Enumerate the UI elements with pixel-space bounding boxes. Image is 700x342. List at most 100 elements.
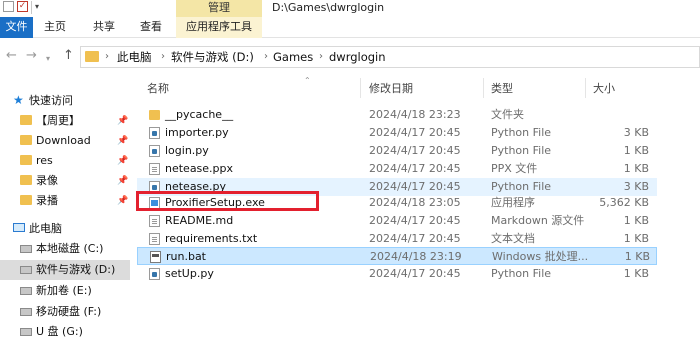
address-bar[interactable]: › 此电脑 › 软件与游戏 (D:) › Games › dwrglogin	[80, 46, 700, 68]
file-type: Python File	[491, 267, 552, 280]
nav-drive-f[interactable]: 移动硬盘 (F:)	[0, 302, 130, 322]
file-row[interactable]: requirements.txt 2024/4/17 20:45 文本文档 1 …	[137, 230, 657, 248]
computer-icon	[13, 223, 25, 232]
file-type: Python File	[491, 180, 552, 193]
file-name: requirements.txt	[165, 232, 258, 245]
nav-drive-g[interactable]: U 盘 (G:)	[0, 322, 130, 342]
breadcrumb-games[interactable]: Games	[273, 50, 313, 64]
file-row[interactable]: setUp.py 2024/4/17 20:45 Python File 1 K…	[137, 265, 657, 283]
tab-application-tools[interactable]: 应用程序工具	[176, 17, 262, 38]
up-arrow-icon[interactable]: ↑	[63, 48, 74, 64]
nav-label: 新加卷 (E:)	[36, 284, 92, 297]
folder-icon	[20, 175, 32, 185]
nav-label: 【周更】	[36, 114, 80, 127]
column-header-size[interactable]: 大小	[593, 82, 615, 96]
tab-home[interactable]: 主页	[44, 17, 66, 38]
forward-arrow-icon[interactable]: →	[26, 48, 37, 64]
file-date: 2024/4/17 20:45	[369, 232, 461, 245]
document-icon	[149, 233, 160, 245]
column-divider[interactable]	[585, 78, 586, 98]
file-name: ProxifierSetup.exe	[165, 196, 265, 209]
file-type: Python File	[491, 126, 552, 139]
file-size: 1 KB	[623, 267, 649, 280]
folder-icon	[20, 195, 32, 205]
file-row[interactable]: login.py 2024/4/17 20:45 Python File 1 K…	[137, 142, 657, 160]
breadcrumb-separator-icon[interactable]: ›	[161, 50, 165, 64]
breadcrumb-this-pc[interactable]: 此电脑	[117, 50, 152, 64]
recent-locations-chevron-icon[interactable]: ▾	[46, 51, 50, 67]
file-list: ⌃ 名称 修改日期 类型 大小 __pycache__ 2024/4/18 23…	[130, 75, 700, 335]
file-size: 1 KB	[623, 144, 649, 157]
file-date: 2024/4/18 23:05	[369, 196, 461, 209]
file-row[interactable]: importer.py 2024/4/17 20:45 Python File …	[137, 124, 657, 142]
file-name: login.py	[165, 144, 209, 157]
pin-icon[interactable]: 📌	[117, 154, 128, 168]
nav-label: 本地磁盘 (C:)	[36, 242, 104, 255]
column-divider[interactable]	[360, 78, 361, 98]
nav-item-download[interactable]: Download 📌	[0, 131, 130, 151]
column-header-date[interactable]: 修改日期	[369, 82, 413, 96]
file-name: README.md	[165, 214, 234, 227]
file-row[interactable]: run.bat 2024/4/18 23:19 Windows 批处理... 1…	[137, 247, 657, 265]
tab-file[interactable]: 文件	[0, 17, 33, 38]
tab-share[interactable]: 共享	[93, 17, 115, 38]
column-header-type[interactable]: 类型	[491, 82, 513, 96]
file-name: setUp.py	[165, 267, 214, 280]
pin-icon[interactable]: 📌	[117, 194, 128, 208]
nav-quick-access[interactable]: ★ 快速访问	[0, 91, 130, 111]
nav-item-broadcasts[interactable]: 录播 📌	[0, 191, 130, 211]
column-divider[interactable]	[483, 78, 484, 98]
nav-label: 移动硬盘 (F:)	[36, 305, 102, 318]
breadcrumb-dwrglogin[interactable]: dwrglogin	[329, 50, 386, 64]
nav-item-res[interactable]: res 📌	[0, 151, 130, 171]
nav-item-weekly[interactable]: 【周更】 📌	[0, 111, 130, 131]
python-file-icon	[149, 268, 160, 280]
nav-drive-d[interactable]: 软件与游戏 (D:)	[0, 260, 130, 280]
back-arrow-icon[interactable]: ←	[6, 48, 17, 64]
nav-label: 软件与游戏 (D:)	[36, 263, 116, 276]
nav-label: 快速访问	[29, 94, 73, 107]
file-date: 2024/4/17 20:45	[369, 126, 461, 139]
nav-this-pc[interactable]: 此电脑	[0, 219, 130, 239]
nav-drive-e[interactable]: 新加卷 (E:)	[0, 281, 130, 301]
file-size: 1 KB	[623, 214, 649, 227]
breadcrumb-drive-d[interactable]: 软件与游戏 (D:)	[171, 50, 254, 64]
drive-icon	[20, 245, 32, 253]
save-icon[interactable]	[3, 1, 14, 12]
exe-icon	[149, 197, 160, 209]
file-row[interactable]: __pycache__ 2024/4/18 23:23 文件夹	[137, 106, 657, 124]
file-type: 应用程序	[491, 196, 535, 209]
file-row[interactable]: README.md 2024/4/17 20:45 Markdown 源文件 1…	[137, 212, 657, 230]
nav-label: res	[36, 154, 53, 167]
file-row[interactable]: netease.ppx 2024/4/17 20:45 PPX 文件 1 KB	[137, 160, 657, 178]
navigation-bar: ← → ▾ ↑ › 此电脑 › 软件与游戏 (D:) › Games › dwr…	[0, 38, 700, 75]
file-name: run.bat	[166, 250, 206, 263]
nav-item-recordings[interactable]: 录像 📌	[0, 171, 130, 191]
pin-icon[interactable]: 📌	[117, 134, 128, 148]
file-name: netease.py	[165, 180, 227, 193]
file-type: PPX 文件	[491, 162, 538, 175]
file-size: 1 KB	[623, 232, 649, 245]
manage-context-tab[interactable]: 管理	[176, 0, 262, 17]
pin-icon[interactable]: 📌	[117, 174, 128, 188]
python-file-icon	[149, 145, 160, 157]
file-date: 2024/4/17 20:45	[369, 162, 461, 175]
pin-icon[interactable]: 📌	[117, 114, 128, 128]
file-type: Markdown 源文件	[491, 214, 585, 227]
title-bar: ▾ 管理 D:\Games\dwrglogin	[0, 0, 700, 17]
breadcrumb-separator-icon[interactable]: ›	[319, 50, 323, 64]
nav-label: 录像	[36, 174, 58, 187]
column-header-name[interactable]: 名称	[147, 82, 169, 96]
folder-icon	[20, 115, 32, 125]
folder-icon	[149, 110, 160, 120]
nav-drive-c[interactable]: 本地磁盘 (C:)	[0, 239, 130, 259]
breadcrumb-separator-icon[interactable]: ›	[264, 50, 268, 64]
drive-icon	[20, 266, 32, 274]
file-date: 2024/4/18 23:19	[370, 250, 462, 263]
star-icon: ★	[13, 93, 24, 107]
file-row[interactable]: ProxifierSetup.exe 2024/4/18 23:05 应用程序 …	[137, 194, 657, 212]
breadcrumb-separator-icon[interactable]: ›	[105, 50, 109, 64]
tab-view[interactable]: 查看	[140, 17, 162, 38]
chevron-down-icon[interactable]: ▾	[35, 1, 39, 14]
properties-check-icon[interactable]	[17, 1, 28, 12]
